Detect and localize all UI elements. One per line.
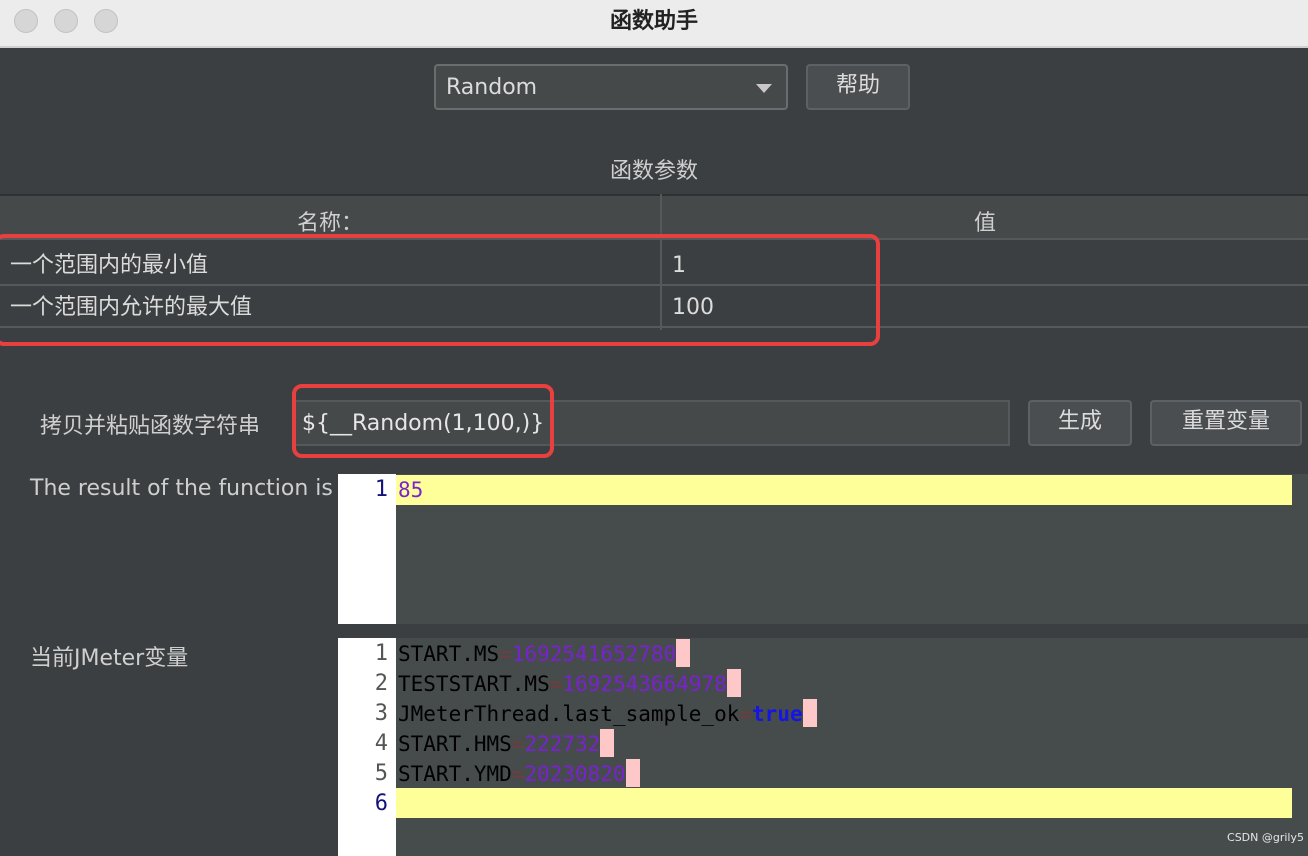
- code-line: JMeterThread.last_sample_ok=true: [398, 699, 817, 729]
- annotation-highlight-function-string: [292, 384, 554, 458]
- var-value: 1692543664978: [562, 672, 727, 696]
- var-value: 222732: [524, 732, 601, 756]
- code-line: START.HMS=222732: [398, 729, 615, 759]
- trailing-whitespace-marker: [676, 639, 691, 667]
- line-number: 4: [374, 731, 388, 756]
- jmeter-vars-label: 当前JMeter变量: [30, 646, 189, 671]
- function-select-value: Random: [446, 75, 538, 100]
- current-line-highlight: [396, 788, 1292, 818]
- var-value: 1692541652780: [511, 642, 677, 666]
- result-value: 85: [398, 478, 424, 502]
- line-number: 3: [374, 701, 388, 726]
- current-line-highlight: [396, 475, 1292, 505]
- var-equals: =: [499, 642, 512, 666]
- trailing-whitespace-marker: [726, 669, 741, 697]
- window-titlebar: 函数助手: [0, 0, 1308, 48]
- generate-button[interactable]: 生成: [1028, 400, 1132, 446]
- var-equals: =: [739, 702, 753, 726]
- var-equals: =: [511, 732, 525, 756]
- function-select[interactable]: Random: [434, 64, 788, 110]
- var-key: START.MS: [398, 642, 500, 666]
- help-button[interactable]: 帮助: [806, 64, 910, 110]
- code-line: TESTSTART.MS=1692543664978: [398, 669, 741, 699]
- watermark: CSDN @grily5: [1227, 831, 1304, 844]
- var-key: START.YMD: [398, 762, 512, 786]
- var-key: START.HMS: [398, 732, 512, 756]
- line-number: 5: [374, 761, 388, 786]
- reset-variables-button[interactable]: 重置变量: [1150, 400, 1302, 446]
- var-value: true: [752, 702, 803, 726]
- chevron-down-icon: [756, 84, 772, 93]
- line-number: 2: [374, 671, 388, 696]
- line-number: 1: [374, 641, 388, 666]
- var-equals: =: [549, 672, 563, 696]
- annotation-highlight-params: [0, 234, 880, 346]
- line-number: 1: [374, 477, 388, 502]
- var-key: JMeterThread.last_sample_ok: [398, 702, 740, 726]
- copy-string-label: 拷贝并粘贴函数字符串: [40, 414, 261, 439]
- code-line: START.YMD=20230820: [398, 759, 640, 789]
- params-section-title: 函数参数: [609, 159, 698, 184]
- jmeter-vars-editor[interactable]: 1 START.MS=1692541652780 2 TESTSTART.MS=…: [338, 638, 1308, 856]
- var-value: 20230820: [524, 762, 626, 786]
- trailing-whitespace-marker: [625, 759, 640, 787]
- trailing-whitespace-marker: [802, 699, 817, 727]
- var-equals: =: [511, 762, 525, 786]
- result-editor[interactable]: 1 85: [338, 474, 1308, 624]
- code-line: START.MS=1692541652780: [398, 639, 691, 669]
- result-label: The result of the function is: [30, 476, 333, 501]
- line-number: 6: [374, 791, 388, 816]
- window-title: 函数助手: [609, 9, 698, 34]
- trailing-whitespace-marker: [600, 729, 615, 757]
- var-key: TESTSTART.MS: [398, 672, 550, 696]
